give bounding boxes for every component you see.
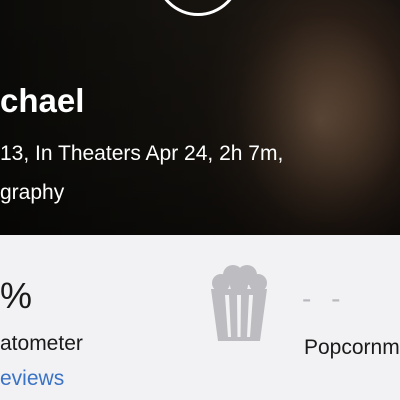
reviews-link[interactable]: eviews [0, 367, 64, 391]
tomatometer-label: atometer [0, 332, 83, 355]
scores-panel: % atometer eviews - - Popcornm [0, 235, 400, 400]
popcornmeter-score: - - [302, 283, 347, 314]
popcornmeter-label: Popcornm [304, 336, 400, 359]
movie-genre: graphy [0, 181, 65, 204]
popcorn-bucket-icon [211, 265, 267, 341]
movie-title: chael [0, 82, 85, 119]
tomatometer-score: % [0, 275, 33, 316]
movie-meta-info: 13, In Theaters Apr 24, 2h 7m, [0, 142, 284, 165]
hero-banner: chael 13, In Theaters Apr 24, 2h 7m, gra… [0, 0, 400, 235]
